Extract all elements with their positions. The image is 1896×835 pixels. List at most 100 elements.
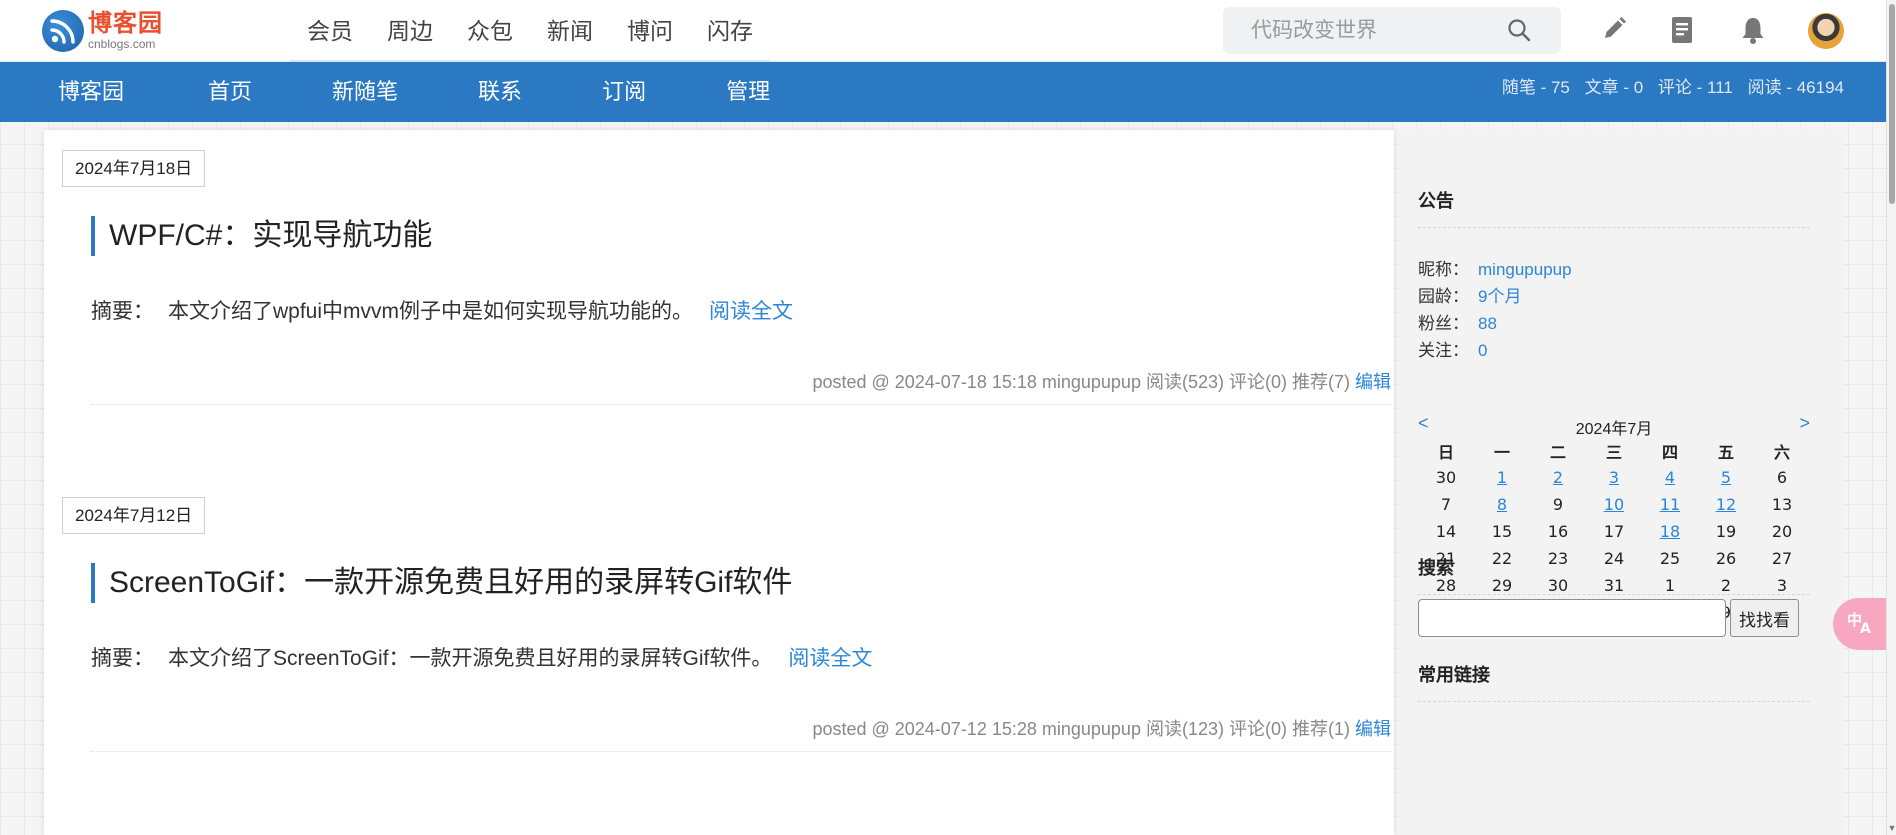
- calendar-day-link[interactable]: 5: [1698, 464, 1754, 491]
- info-label: 粉丝：: [1418, 314, 1469, 333]
- search-icon[interactable]: [1507, 18, 1531, 47]
- site-nav-flash[interactable]: 闪存: [690, 0, 770, 62]
- profile-row-following: 关注： 0: [1418, 337, 1572, 364]
- calendar-weekday: 四: [1661, 442, 1678, 462]
- calendar-week: 30 1 2 3 4 5 6: [1418, 464, 1810, 491]
- profile-row-age: 园龄： 9个月: [1418, 283, 1572, 310]
- calendar-day: 17: [1603, 522, 1625, 541]
- calendar-weekday: 二: [1549, 442, 1566, 462]
- info-value[interactable]: 0: [1478, 341, 1487, 360]
- calendar-day: 30: [1435, 468, 1457, 487]
- site-search-input[interactable]: [1251, 18, 1521, 43]
- post-list: 2024年7月18日 WPF/C#：实现导航功能 摘要： 本文介绍了wpfui中m…: [44, 130, 1394, 835]
- calendar-weekday: 三: [1605, 442, 1622, 462]
- sidebar: 公告 昵称： mingupupup 园龄： 9个月 粉丝： 88 关注： 0 < 202…: [1400, 130, 1843, 835]
- calendar-day-link[interactable]: 8: [1474, 491, 1530, 518]
- rss-logo-icon: [42, 10, 84, 52]
- site-search: [1223, 7, 1561, 54]
- site-nav-merch[interactable]: 周边: [370, 0, 450, 62]
- calendar-next-month[interactable]: >: [1799, 413, 1810, 434]
- calendar-day-link[interactable]: 3: [1586, 464, 1642, 491]
- post-date: 2024年7月18日: [62, 150, 206, 187]
- post-title[interactable]: ScreenToGif：一款开源免费且好用的录屏转Gif软件: [91, 563, 792, 603]
- stat-posts: 随笔 - 75: [1501, 78, 1570, 97]
- blog-nav: 博客园 首页 新随笔 联系 订阅 管理: [42, 62, 834, 122]
- site-nav-crowdsource[interactable]: 众包: [450, 0, 530, 62]
- calendar-day: 16: [1547, 522, 1569, 541]
- blog-nav-home[interactable]: 首页: [192, 62, 268, 122]
- scroll-down-icon[interactable]: ▼: [1887, 823, 1896, 833]
- profile-info: 昵称： mingupupup 园龄： 9个月 粉丝： 88 关注： 0: [1418, 256, 1572, 364]
- summary-text: 本文介绍了ScreenToGif：一款开源免费且好用的录屏转Gif软件。: [168, 647, 773, 670]
- links-title: 常用链接: [1418, 661, 1810, 702]
- site-nav-members[interactable]: 会员: [290, 0, 370, 62]
- calendar-day-link[interactable]: 11: [1642, 491, 1698, 518]
- calendar-day: 20: [1771, 522, 1793, 541]
- svg-text:A: A: [1860, 621, 1871, 635]
- info-label: 园龄：: [1418, 287, 1469, 306]
- calendar-weekday: 一: [1493, 442, 1510, 462]
- calendar-day-link[interactable]: 10: [1586, 491, 1642, 518]
- calendar-table: 日一二三四五六 30 1 2 3 4 5 6 7 8 9 10 11 12 13 14 15 16 17 18 19 2…: [1418, 437, 1810, 626]
- notice-title: 公告: [1418, 187, 1810, 228]
- logo-text-en: cnblogs.com: [88, 37, 156, 51]
- site-nav-news[interactable]: 新闻: [530, 0, 610, 62]
- calendar-day: 14: [1435, 522, 1457, 541]
- document-icon[interactable]: [1668, 15, 1696, 50]
- sidebar-search-button[interactable]: 找找看: [1730, 599, 1799, 637]
- site-nav-qa[interactable]: 博问: [610, 0, 690, 62]
- info-value[interactable]: mingupupup: [1478, 260, 1572, 279]
- blog-nav-admin[interactable]: 管理: [710, 62, 786, 122]
- cnblogs-logo[interactable]: 博客园 cnblogs.com: [42, 9, 172, 53]
- profile-row-followers: 粉丝： 88: [1418, 310, 1572, 337]
- translate-button[interactable]: 中 A: [1833, 598, 1888, 650]
- page-scrollbar[interactable]: ▼: [1886, 0, 1896, 835]
- calendar-day-link[interactable]: 18: [1642, 518, 1698, 545]
- blog-nav-contact[interactable]: 联系: [462, 62, 538, 122]
- post-summary: 摘要： 本文介绍了wpfui中mvvm例子中是如何实现导航功能的。 阅读全文: [91, 295, 793, 325]
- post-item: 2024年7月12日 ScreenToGif：一款开源免费且好用的录屏转Gif软…: [44, 477, 1394, 824]
- post-meta: posted @ 2024-07-12 15:28 mingupupup 阅读(…: [812, 719, 1350, 739]
- avatar[interactable]: [1808, 13, 1844, 49]
- calendar-day: 13: [1771, 495, 1793, 514]
- calendar-day-link[interactable]: 12: [1698, 491, 1754, 518]
- calendar-day: 9: [1552, 495, 1564, 514]
- calendar-day: 15: [1491, 522, 1513, 541]
- bell-icon[interactable]: [1739, 15, 1767, 50]
- calendar-day-link[interactable]: 4: [1642, 464, 1698, 491]
- sidebar-search-input[interactable]: [1418, 599, 1726, 637]
- post-footer: posted @ 2024-07-12 15:28 mingupupup 阅读(…: [91, 714, 1391, 752]
- calendar-day: 7: [1440, 495, 1452, 514]
- info-value[interactable]: 88: [1478, 314, 1497, 333]
- pencil-icon[interactable]: [1600, 15, 1628, 48]
- edit-link[interactable]: 编辑: [1355, 719, 1391, 739]
- blog-header: 博客园 首页 新随笔 联系 订阅 管理 随笔 - 75 文章 - 0 评论 - …: [0, 62, 1886, 122]
- calendar-day-link[interactable]: 1: [1474, 464, 1530, 491]
- post-item: 2024年7月18日 WPF/C#：实现导航功能 摘要： 本文介绍了wpfui中m…: [44, 130, 1394, 477]
- stat-articles: 文章 - 0: [1584, 78, 1644, 97]
- blog-nav-new-post[interactable]: 新随笔: [316, 62, 414, 122]
- edit-link[interactable]: 编辑: [1355, 372, 1391, 392]
- stat-comments: 评论 - 111: [1657, 78, 1733, 97]
- read-more-link[interactable]: 阅读全文: [709, 300, 793, 323]
- summary-label: 摘要：: [91, 300, 154, 323]
- search-title: 搜索: [1418, 554, 1810, 595]
- info-label: 昵称：: [1418, 260, 1469, 279]
- post-meta: posted @ 2024-07-18 15:18 mingupupup 阅读(…: [812, 372, 1350, 392]
- read-more-link[interactable]: 阅读全文: [788, 647, 872, 670]
- post-title[interactable]: WPF/C#：实现导航功能: [91, 216, 432, 256]
- sidebar-search: 找找看: [1418, 599, 1799, 637]
- post-date: 2024年7月12日: [62, 497, 206, 534]
- scrollbar-thumb[interactable]: [1889, 4, 1895, 204]
- calendar-weekday: 日: [1437, 442, 1454, 462]
- info-value[interactable]: 9个月: [1478, 287, 1521, 306]
- blog-nav-subscribe[interactable]: 订阅: [586, 62, 662, 122]
- summary-label: 摘要：: [91, 647, 154, 670]
- calendar-day-link[interactable]: 2: [1530, 464, 1586, 491]
- logo-text-cn: 博客园: [88, 10, 163, 37]
- post-footer: posted @ 2024-07-18 15:18 mingupupup 阅读(…: [91, 367, 1391, 405]
- blog-nav-cnblogs[interactable]: 博客园: [42, 62, 140, 122]
- post-summary: 摘要： 本文介绍了ScreenToGif：一款开源免费且好用的录屏转Gif软件。阅…: [91, 642, 872, 672]
- calendar-week: 7 8 9 10 11 12 13: [1418, 491, 1810, 518]
- calendar-week: 14 15 16 17 18 19 20: [1418, 518, 1810, 545]
